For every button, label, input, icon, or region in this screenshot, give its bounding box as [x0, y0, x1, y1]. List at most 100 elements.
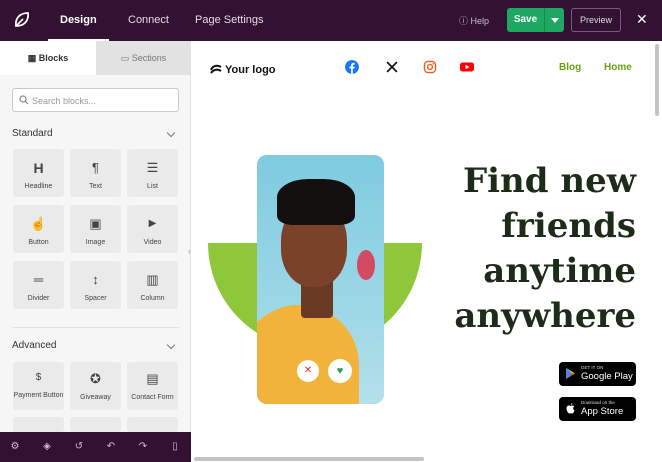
blocks-icon: ▦: [27, 53, 37, 63]
youtube-icon[interactable]: [460, 60, 474, 74]
layers-icon[interactable]: ◈: [41, 441, 53, 453]
help-label: Help: [470, 16, 490, 26]
block-label: Spacer: [84, 295, 107, 302]
giveaway-icon: ✪: [90, 371, 101, 386]
search-box: [12, 88, 179, 112]
save-button[interactable]: Save: [507, 8, 544, 32]
video-icon: ▶: [148, 218, 157, 229]
tab-blocks[interactable]: ▦ Blocks: [0, 41, 96, 75]
nav-link-home[interactable]: Home: [604, 62, 632, 73]
block-payment-button[interactable]: $ Payment Button: [13, 362, 64, 410]
block-partial[interactable]: [70, 417, 121, 432]
gear-icon[interactable]: ⚙: [9, 441, 21, 453]
page-canvas: Your logo Blog Home ✕ ♥ Find new friends…: [192, 41, 662, 462]
block-label: Payment Button: [13, 392, 64, 399]
redo-icon[interactable]: ↷: [137, 441, 149, 453]
headline-line: anywhere: [454, 296, 636, 336]
block-list[interactable]: ☰ List: [127, 149, 178, 197]
badge-big-text: Google Play: [581, 371, 633, 382]
headline-line: Find new: [462, 161, 636, 201]
spacer-icon: ↕: [92, 272, 99, 287]
block-divider[interactable]: ═ Divider: [13, 261, 64, 309]
block-label: List: [147, 183, 158, 190]
close-icon[interactable]: ✕: [636, 11, 648, 28]
block-image[interactable]: ▣ Image: [70, 205, 121, 253]
site-logo-text: Your logo: [225, 64, 276, 76]
site-logo[interactable]: Your logo: [210, 64, 276, 76]
chevron-down-icon[interactable]: [166, 340, 176, 350]
block-label: Divider: [27, 295, 50, 302]
headline-line: friends: [501, 206, 636, 246]
undo-icon[interactable]: ↶: [105, 441, 117, 453]
save-options-chevron-down-icon[interactable]: [544, 8, 564, 32]
block-label: Image: [85, 239, 106, 246]
help-icon: ⓘ: [459, 16, 469, 26]
block-text[interactable]: ¶ Text: [70, 149, 121, 197]
form-icon: ▤: [146, 371, 159, 386]
x-icon[interactable]: [385, 60, 399, 74]
block-contact-form[interactable]: ▤ Contact Form: [127, 362, 178, 410]
divider-icon: ═: [33, 272, 44, 287]
badge-small-text: GET IT ON: [581, 365, 604, 370]
block-column[interactable]: ▥ Column: [127, 261, 178, 309]
block-label: Contact Form: [131, 394, 174, 401]
headline-icon: H: [33, 160, 44, 176]
section-title-standard: Standard: [12, 128, 53, 139]
bottom-toolbar: ⚙ ◈ ↺ ↶ ↷ ▯: [0, 432, 191, 462]
section-divider: [12, 327, 179, 328]
paragraph-icon: ¶: [92, 160, 99, 175]
headline-line: anytime: [483, 251, 636, 291]
block-spacer[interactable]: ↕ Spacer: [70, 261, 121, 309]
block-partial[interactable]: [127, 417, 178, 432]
block-label: Headline: [24, 183, 53, 190]
nav-link-blog[interactable]: Blog: [559, 62, 581, 73]
google-play-icon: [566, 368, 575, 379]
badge-small-text: Download on the: [581, 400, 615, 405]
like-button-heart-icon[interactable]: ♥: [328, 359, 352, 383]
tab-sections-label: Sections: [131, 53, 167, 63]
block-video[interactable]: ▶ Video: [127, 205, 178, 253]
app-store-badge[interactable]: Download on the App Store: [559, 397, 636, 421]
tab-connect[interactable]: Connect: [128, 0, 169, 41]
chevron-down-icon[interactable]: [166, 128, 176, 138]
block-giveaway[interactable]: ✪ Giveaway: [70, 362, 121, 410]
instagram-icon[interactable]: [423, 60, 437, 74]
tab-design[interactable]: Design: [48, 0, 109, 41]
save-button-group: Save: [507, 8, 564, 32]
seedprod-logo-icon: [15, 12, 29, 27]
payment-icon: $: [35, 372, 42, 383]
top-bar: Design Connect Page Settings ⓘ Help Save…: [0, 0, 662, 41]
block-partial[interactable]: [13, 417, 64, 432]
block-headline[interactable]: H Headline: [13, 149, 64, 197]
dislike-button-close-icon[interactable]: ✕: [297, 360, 319, 382]
search-input[interactable]: [32, 93, 172, 108]
section-title-advanced: Advanced: [12, 340, 57, 351]
horizontal-scrollbar[interactable]: [194, 457, 424, 461]
google-play-badge[interactable]: GET IT ON Google Play: [559, 362, 636, 386]
flower-shape: [357, 250, 375, 280]
logo-mark-icon: [210, 64, 222, 74]
mobile-preview-icon[interactable]: ▯: [169, 441, 181, 453]
tab-blocks-label: Blocks: [38, 53, 69, 63]
vertical-scrollbar[interactable]: [655, 44, 659, 116]
list-icon: ☰: [146, 160, 159, 175]
badge-big-text: App Store: [581, 406, 624, 417]
hero-headline[interactable]: Find new friends anytime anywhere: [438, 159, 636, 339]
tab-page-settings[interactable]: Page Settings: [195, 0, 264, 41]
block-label: Text: [89, 183, 102, 190]
sections-icon: ▭: [120, 53, 130, 63]
preview-button[interactable]: Preview: [571, 8, 621, 32]
facebook-icon[interactable]: [345, 60, 359, 74]
pointer-icon: ☝: [30, 216, 47, 231]
block-button[interactable]: ☝ Button: [13, 205, 64, 253]
block-label: Giveaway: [80, 394, 111, 401]
search-icon: [19, 95, 29, 105]
history-icon[interactable]: ↺: [73, 441, 85, 453]
tab-sections[interactable]: ▭ Sections: [96, 41, 191, 75]
image-icon: ▣: [89, 216, 102, 231]
hero-phone-image: ✕ ♥: [257, 155, 384, 404]
block-label: Button: [28, 239, 49, 246]
help-link[interactable]: ⓘ Help: [459, 14, 489, 27]
block-label: Column: [140, 295, 165, 302]
apple-icon: [566, 403, 575, 414]
